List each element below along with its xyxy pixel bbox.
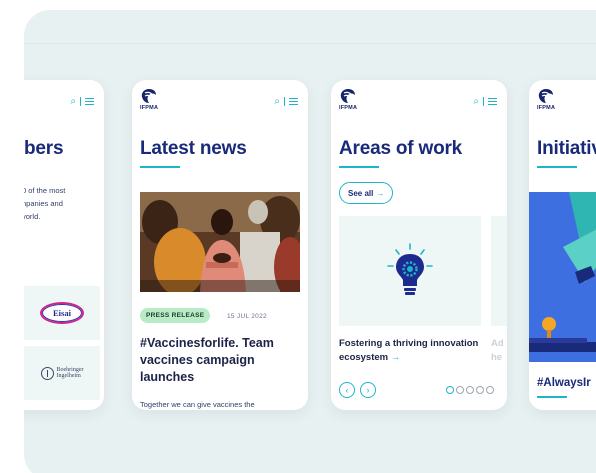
phone-areas-of-work: IFPMA ⌕ Areas of work See all → Fosterin…: [331, 80, 507, 410]
title-underline: [339, 166, 379, 168]
eisai-logo: Eisai: [40, 302, 84, 324]
area-card-next[interactable]: [491, 216, 507, 326]
search-icon[interactable]: ⌕: [473, 96, 479, 107]
header-divider: [80, 97, 81, 106]
title-underline: [537, 396, 567, 398]
news-excerpt: Together we can give vaccines the: [140, 400, 255, 409]
arrow-right-icon: →: [376, 188, 385, 198]
header-actions: ⌕: [274, 96, 298, 107]
boehringer-ingelheim-logo: Boehringer Ingelheim: [40, 366, 84, 380]
logo-mark-icon: [538, 89, 553, 103]
search-icon[interactable]: ⌕: [274, 96, 280, 107]
chevron-left-icon: ‹: [345, 384, 349, 395]
news-headline[interactable]: #Vaccinesforlife. Team vaccines campaign…: [140, 335, 290, 386]
carousel-dots: [446, 386, 494, 394]
initiative-illustration[interactable]: [529, 192, 596, 362]
carousel-dot[interactable]: [486, 386, 494, 394]
phone-members: ⌕ bers 0 of the most npanies and vorld. …: [24, 80, 104, 410]
lightbulb-gear-icon: [387, 243, 433, 295]
member-logo-tile[interactable]: Eisai: [24, 286, 100, 340]
member-logo-tile[interactable]: Boehringer Ingelheim: [24, 346, 100, 400]
phone-header: IFPMA: [529, 80, 596, 118]
header-divider: [284, 97, 285, 106]
initiative-hashtag[interactable]: #AlwaysIr: [537, 377, 591, 389]
status-badge: PRESS RELEASE: [140, 308, 211, 323]
area-caption[interactable]: Fostering a thriving innovation ecosyste…: [339, 337, 489, 365]
carousel-dot[interactable]: [476, 386, 484, 394]
arrow-right-icon: →: [390, 352, 401, 363]
page-title: Latest news: [140, 138, 247, 159]
logo-mark-icon: [340, 89, 355, 103]
news-date: 15 JUL 2022: [227, 313, 267, 320]
header-divider: [483, 97, 484, 106]
members-description: 0 of the most npanies and vorld.: [24, 186, 66, 221]
phone-header: IFPMA ⌕: [331, 80, 507, 118]
phone-initiatives: IFPMA Initiativ #AlwaysIr: [529, 80, 596, 410]
chevron-right-icon: ›: [366, 384, 370, 395]
logo-mark-icon: [141, 89, 156, 103]
area-card[interactable]: [339, 216, 481, 326]
header-actions: ⌕: [473, 96, 497, 107]
page-title: Areas of work: [339, 138, 463, 159]
carousel-dot[interactable]: [456, 386, 464, 394]
search-icon[interactable]: ⌕: [70, 96, 76, 107]
title-underline: [537, 166, 577, 168]
carousel-dot[interactable]: [466, 386, 474, 394]
menu-icon[interactable]: [289, 98, 298, 105]
phone-latest-news: IFPMA ⌕ Latest news PRESS RELEASE 15 JUL…: [132, 80, 308, 410]
page-title: bers: [24, 138, 64, 159]
see-all-button[interactable]: See all →: [339, 182, 394, 204]
carousel-dot[interactable]: [446, 386, 454, 394]
menu-icon[interactable]: [85, 98, 94, 105]
ifpma-logo[interactable]: IFPMA: [140, 88, 162, 111]
title-underline: [140, 166, 180, 168]
ifpma-logo[interactable]: IFPMA: [339, 88, 361, 111]
header-actions: ⌕: [70, 96, 94, 107]
carousel-next-button[interactable]: ›: [360, 382, 376, 398]
carousel-prev-button[interactable]: ‹: [339, 382, 355, 398]
showcase-background: ⌕ bers 0 of the most npanies and vorld. …: [24, 10, 596, 473]
menu-icon[interactable]: [488, 98, 497, 105]
ifpma-logo[interactable]: IFPMA: [537, 88, 559, 111]
area-caption-next: Ad he: [491, 338, 504, 363]
phone-header: ⌕: [24, 80, 104, 118]
news-photo[interactable]: [140, 192, 300, 292]
phone-header: IFPMA ⌕: [132, 80, 308, 118]
page-title: Initiativ: [537, 138, 596, 159]
showcase-top-band: [24, 10, 596, 44]
